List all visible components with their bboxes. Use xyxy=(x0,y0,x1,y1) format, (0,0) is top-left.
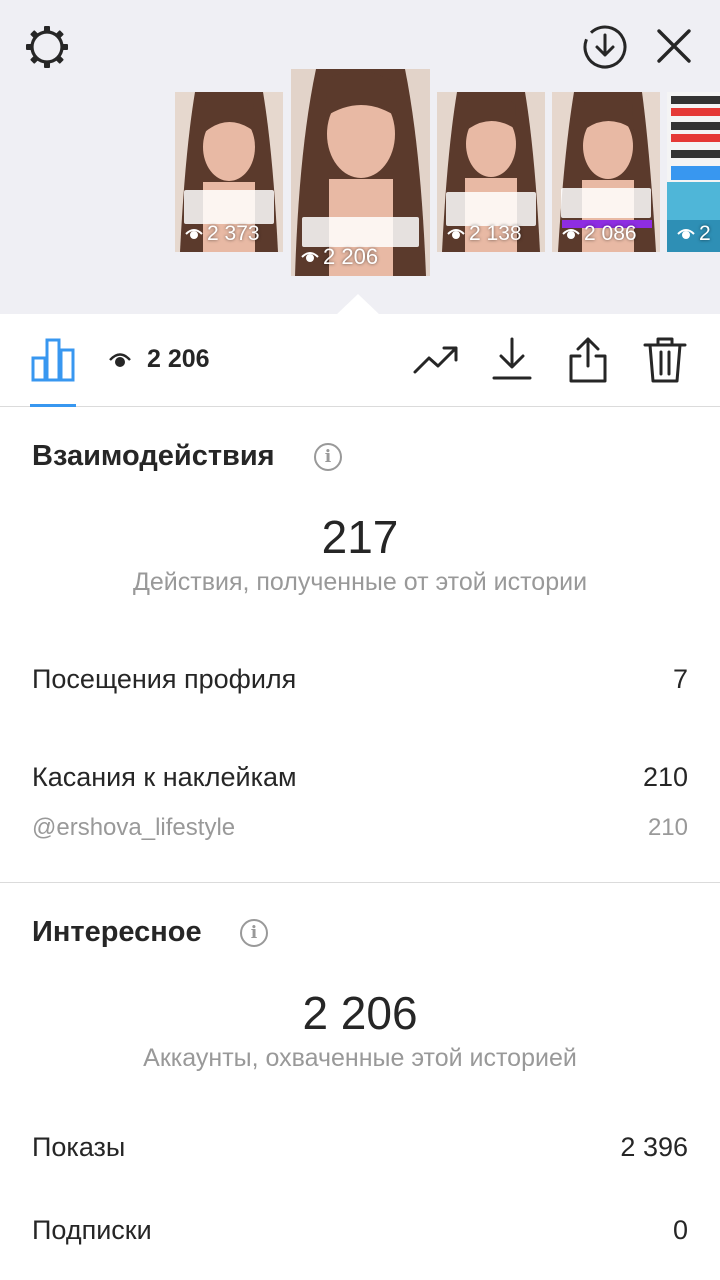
story-thumbnail[interactable]: 2 373 xyxy=(175,92,283,252)
eye-icon xyxy=(185,229,203,239)
active-tab-indicator xyxy=(30,404,76,407)
sticker-handle: @ershova_lifestyle xyxy=(32,814,236,841)
impressions-value: 2 396 xyxy=(620,1132,688,1162)
reach-total: 2 206 xyxy=(302,987,418,1039)
trash-icon[interactable] xyxy=(642,336,688,384)
story-thumbnail[interactable]: 2 138 xyxy=(437,92,545,252)
story-thumbnail-selected[interactable]: 2 206 xyxy=(291,69,430,276)
story-views: 2 086 xyxy=(562,222,637,246)
story-caption xyxy=(183,190,275,224)
section-divider xyxy=(0,882,720,883)
follows-value: 0 xyxy=(672,1215,688,1245)
story-views-count: 2 086 xyxy=(584,222,637,245)
story-thumbnail[interactable]: 2 086 xyxy=(552,92,660,252)
insights-toolbar: 2 206 xyxy=(0,314,720,407)
info-icon[interactable]: i xyxy=(240,919,268,947)
eye-icon xyxy=(447,229,465,239)
story-views-count: 2 206 xyxy=(323,244,379,269)
eye-icon xyxy=(301,252,319,262)
interactions-caption: Действия, полученные от этой истории xyxy=(132,568,588,596)
story-thumbnail[interactable]: 2 xyxy=(667,92,720,252)
bar-chart-icon[interactable] xyxy=(30,336,76,382)
trending-icon[interactable] xyxy=(412,336,460,382)
sticker-taps-value: 210 xyxy=(642,762,688,792)
story-views: 2 373 xyxy=(185,222,260,246)
story-views-count: 2 xyxy=(699,222,711,245)
impressions-label: Показы xyxy=(32,1132,126,1162)
selected-story-pointer xyxy=(336,294,380,315)
views-count: 2 206 xyxy=(147,345,210,373)
eye-icon xyxy=(109,353,131,367)
story-views: 2 xyxy=(677,222,711,246)
download-icon[interactable] xyxy=(490,336,534,382)
sticker-taps-label: Касания к наклейкам xyxy=(32,762,297,792)
story-views: 2 138 xyxy=(447,222,522,246)
profile-visits-value: 7 xyxy=(672,664,688,694)
interactions-total: 217 xyxy=(321,511,399,563)
info-icon[interactable]: i xyxy=(314,443,342,471)
story-caption xyxy=(445,192,537,226)
story-views-count: 2 138 xyxy=(469,222,522,245)
story-views: 2 206 xyxy=(301,244,378,270)
story-caption xyxy=(302,217,419,247)
eye-icon xyxy=(562,229,580,239)
share-icon[interactable] xyxy=(566,336,610,384)
profile-visits-label: Посещения профиля xyxy=(32,664,297,694)
story-caption xyxy=(560,188,652,218)
discovery-title: Интересное xyxy=(32,916,202,948)
sticker-handle-value: 210 xyxy=(647,814,688,841)
eye-icon xyxy=(677,229,695,239)
reach-caption: Аккаунты, охваченные этой историей xyxy=(143,1044,577,1072)
story-views-count: 2 373 xyxy=(207,222,260,245)
stories-strip: 2 373 2 206 2 138 2 086 2 xyxy=(0,0,720,314)
follows-label: Подписки xyxy=(32,1215,152,1245)
interactions-title: Взаимодействия xyxy=(32,440,275,472)
